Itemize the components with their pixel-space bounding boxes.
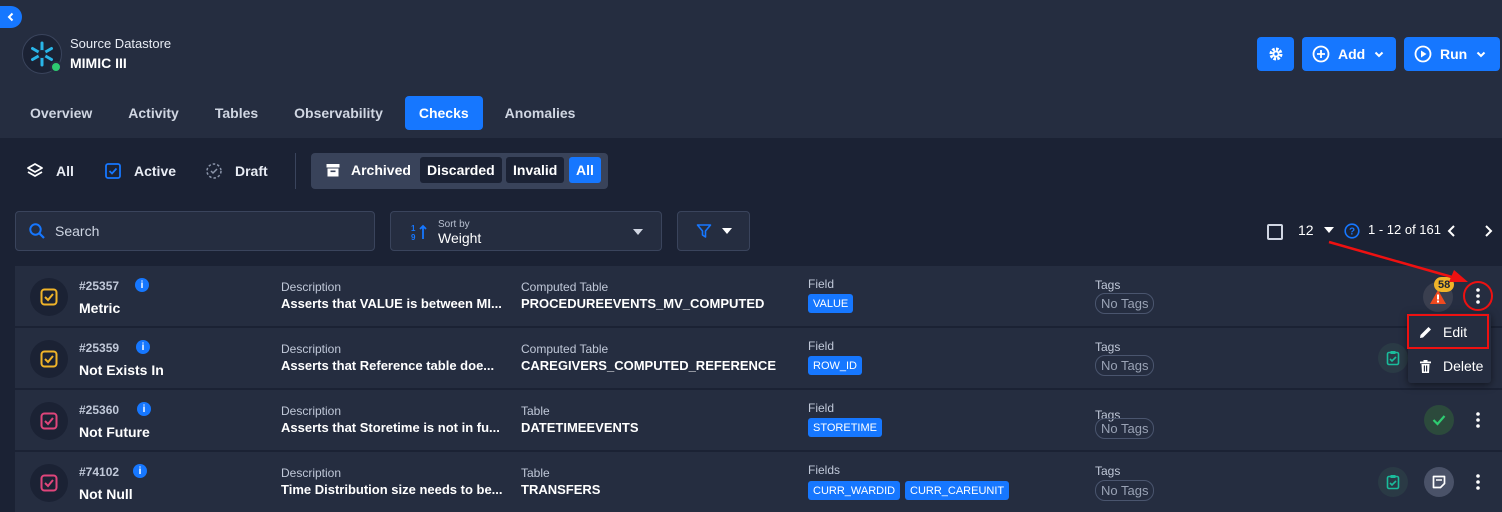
- annotation-arrow: [1328, 240, 1468, 282]
